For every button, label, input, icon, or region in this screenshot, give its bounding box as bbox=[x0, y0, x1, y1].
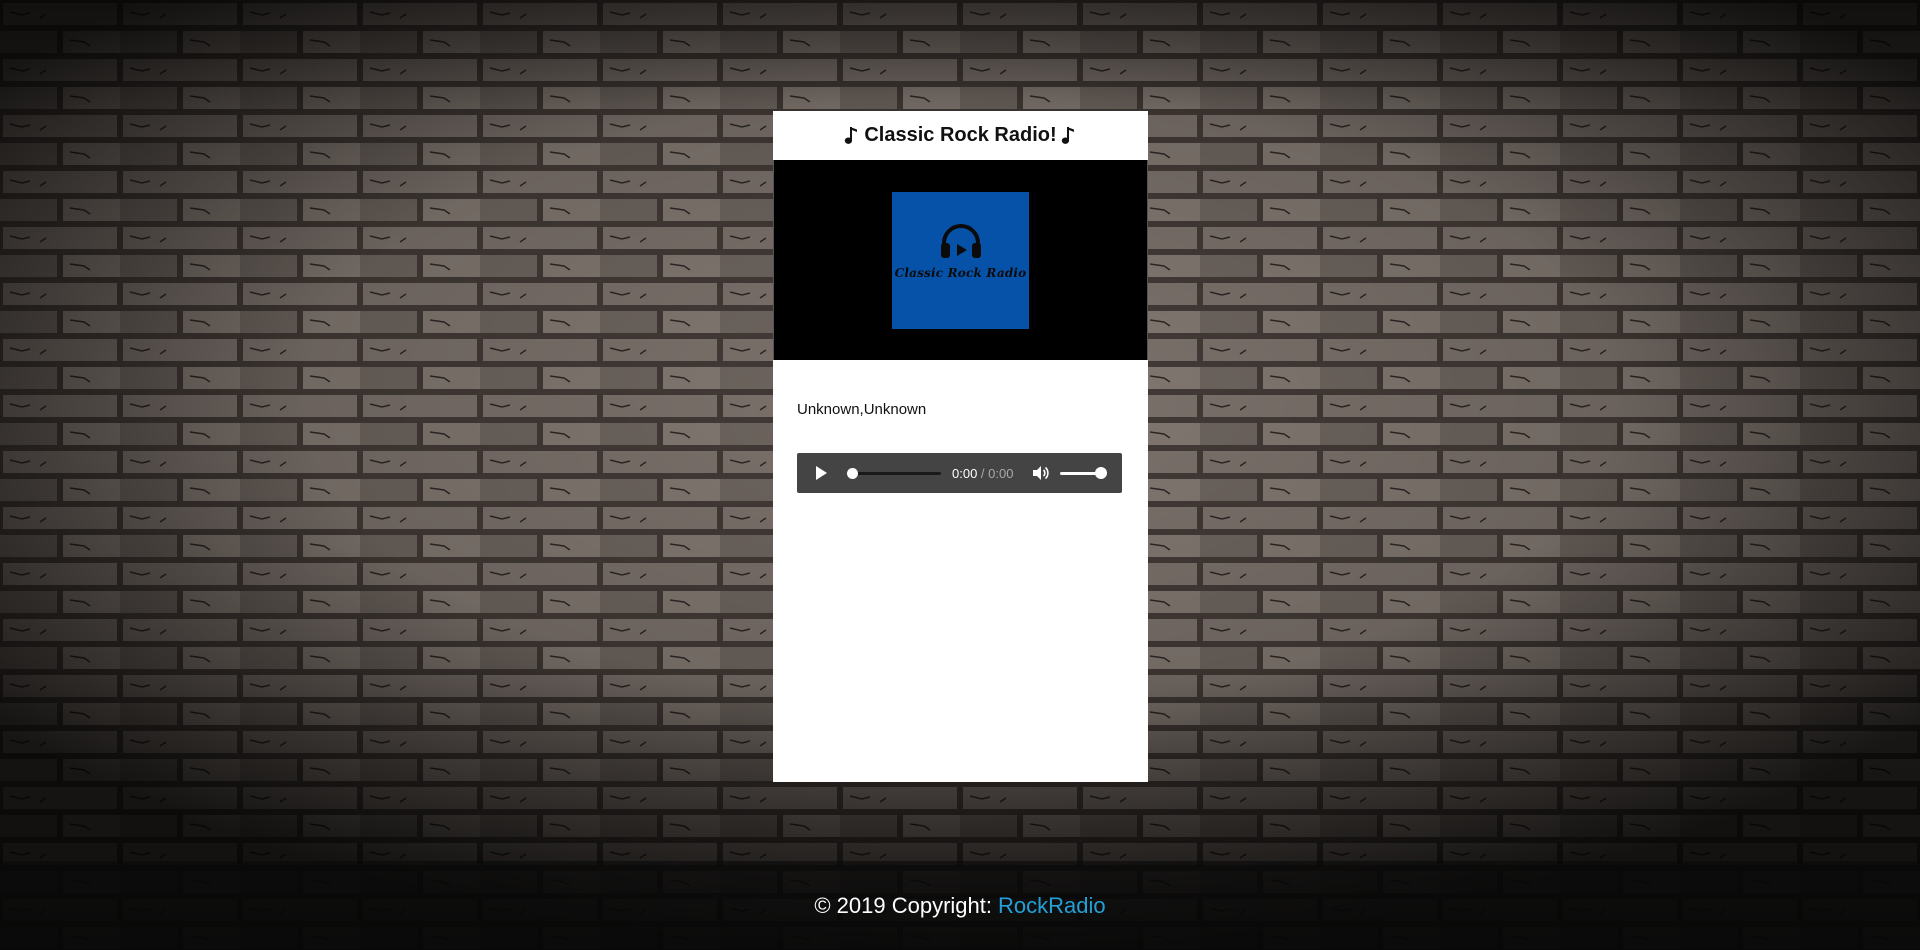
volume-handle[interactable] bbox=[1095, 467, 1107, 479]
footer: © 2019 Copyright: RockRadio bbox=[0, 861, 1920, 950]
radio-card: Classic Rock Radio! Classic Rock Radio U… bbox=[773, 111, 1148, 782]
audio-player: 0:00 / 0:00 bbox=[797, 453, 1122, 493]
volume-icon[interactable] bbox=[1031, 464, 1049, 482]
seek-bar[interactable] bbox=[849, 472, 941, 475]
headphones-play-icon bbox=[940, 224, 981, 258]
track-info: Unknown,Unknown bbox=[797, 401, 927, 418]
time-display: 0:00 / 0:00 bbox=[952, 466, 1013, 481]
duration: 0:00 bbox=[988, 466, 1014, 481]
rockradio-link[interactable]: RockRadio bbox=[998, 893, 1106, 919]
copyright-text: © 2019 Copyright: bbox=[814, 892, 993, 918]
music-note-icon bbox=[1061, 125, 1077, 147]
page-title-text: Classic Rock Radio! bbox=[864, 124, 1057, 146]
artwork-panel: Classic Rock Radio bbox=[773, 160, 1148, 360]
page-title: Classic Rock Radio! bbox=[773, 111, 1148, 160]
play-icon[interactable] bbox=[813, 465, 829, 481]
seek-handle[interactable] bbox=[847, 468, 858, 479]
current-time: 0:00 bbox=[952, 466, 978, 481]
station-logo-text: Classic Rock Radio bbox=[894, 266, 1027, 280]
station-logo: Classic Rock Radio bbox=[892, 192, 1029, 329]
time-separator: / bbox=[977, 466, 989, 481]
music-note-icon bbox=[844, 125, 860, 147]
